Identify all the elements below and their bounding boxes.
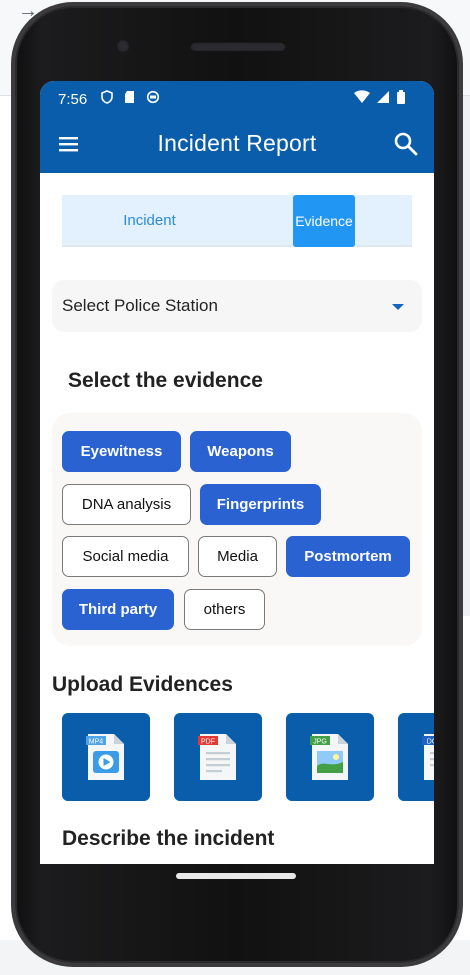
sd-card-icon (125, 91, 134, 103)
doc-label: DO (427, 739, 434, 746)
page-title: Incident Report (157, 130, 317, 156)
app-screen: 7:56 Incident Report Incident Evidence S… (40, 81, 434, 864)
chip-postmortem[interactable]: Postmortem (286, 536, 410, 577)
doc-file-icon: DO (422, 734, 434, 780)
select-evidence-heading: Select the evidence (68, 369, 263, 392)
battery-icon (397, 90, 405, 104)
pdf-label: PDF (201, 739, 215, 746)
upload-tiles-row: MP4 PDF JPG DO (62, 713, 434, 801)
tab-evidence[interactable]: Evidence (293, 195, 355, 247)
search-icon[interactable] (392, 130, 420, 158)
shield-icon (101, 90, 113, 104)
jpg-file-icon: JPG (310, 734, 348, 780)
police-station-dropdown-label: Select Police Station (62, 296, 218, 315)
chip-dna-analysis[interactable]: DNA analysis (62, 484, 191, 525)
upload-doc-tile[interactable]: DO (398, 713, 434, 801)
app-bar: Incident Report (40, 115, 434, 173)
upload-pdf-tile[interactable]: PDF (174, 713, 262, 801)
chip-media[interactable]: Media (198, 536, 277, 577)
front-camera (116, 39, 130, 53)
wifi-icon (354, 90, 370, 103)
cellular-signal-icon (377, 91, 389, 103)
sync-circle-icon (146, 90, 160, 104)
status-time: 7:56 (58, 91, 88, 108)
evidence-chip-group: Eyewitness Weapons DNA analysis Fingerpr… (52, 413, 422, 646)
upload-jpg-tile[interactable]: JPG (286, 713, 374, 801)
tab-incident[interactable]: Incident (62, 195, 237, 247)
phone-frame: 7:56 Incident Report Incident Evidence S… (15, 6, 459, 963)
chip-eyewitness[interactable]: Eyewitness (62, 431, 181, 472)
mp4-label: MP4 (89, 739, 104, 746)
pdf-file-icon: PDF (198, 734, 236, 780)
gesture-home-bar[interactable] (176, 873, 296, 879)
status-bar: 7:56 (40, 81, 434, 115)
chip-others[interactable]: others (184, 589, 265, 630)
describe-incident-heading: Describe the incident (62, 827, 275, 850)
dropdown-caret-icon (392, 304, 404, 310)
chip-fingerprints[interactable]: Fingerprints (200, 484, 321, 525)
chip-weapons[interactable]: Weapons (190, 431, 291, 472)
mp4-file-icon: MP4 (86, 734, 124, 780)
tab-bar: Incident Evidence (62, 195, 412, 247)
upload-mp4-tile[interactable]: MP4 (62, 713, 150, 801)
chip-social-media[interactable]: Social media (62, 536, 189, 577)
notification-icons (100, 90, 160, 104)
police-station-dropdown[interactable]: Select Police Station (52, 280, 422, 332)
earpiece-speaker (190, 41, 286, 51)
chip-third-party[interactable]: Third party (62, 589, 174, 630)
upload-evidences-heading: Upload Evidences (52, 673, 233, 696)
system-status-icons (354, 90, 406, 104)
jpg-label: JPG (313, 739, 327, 746)
